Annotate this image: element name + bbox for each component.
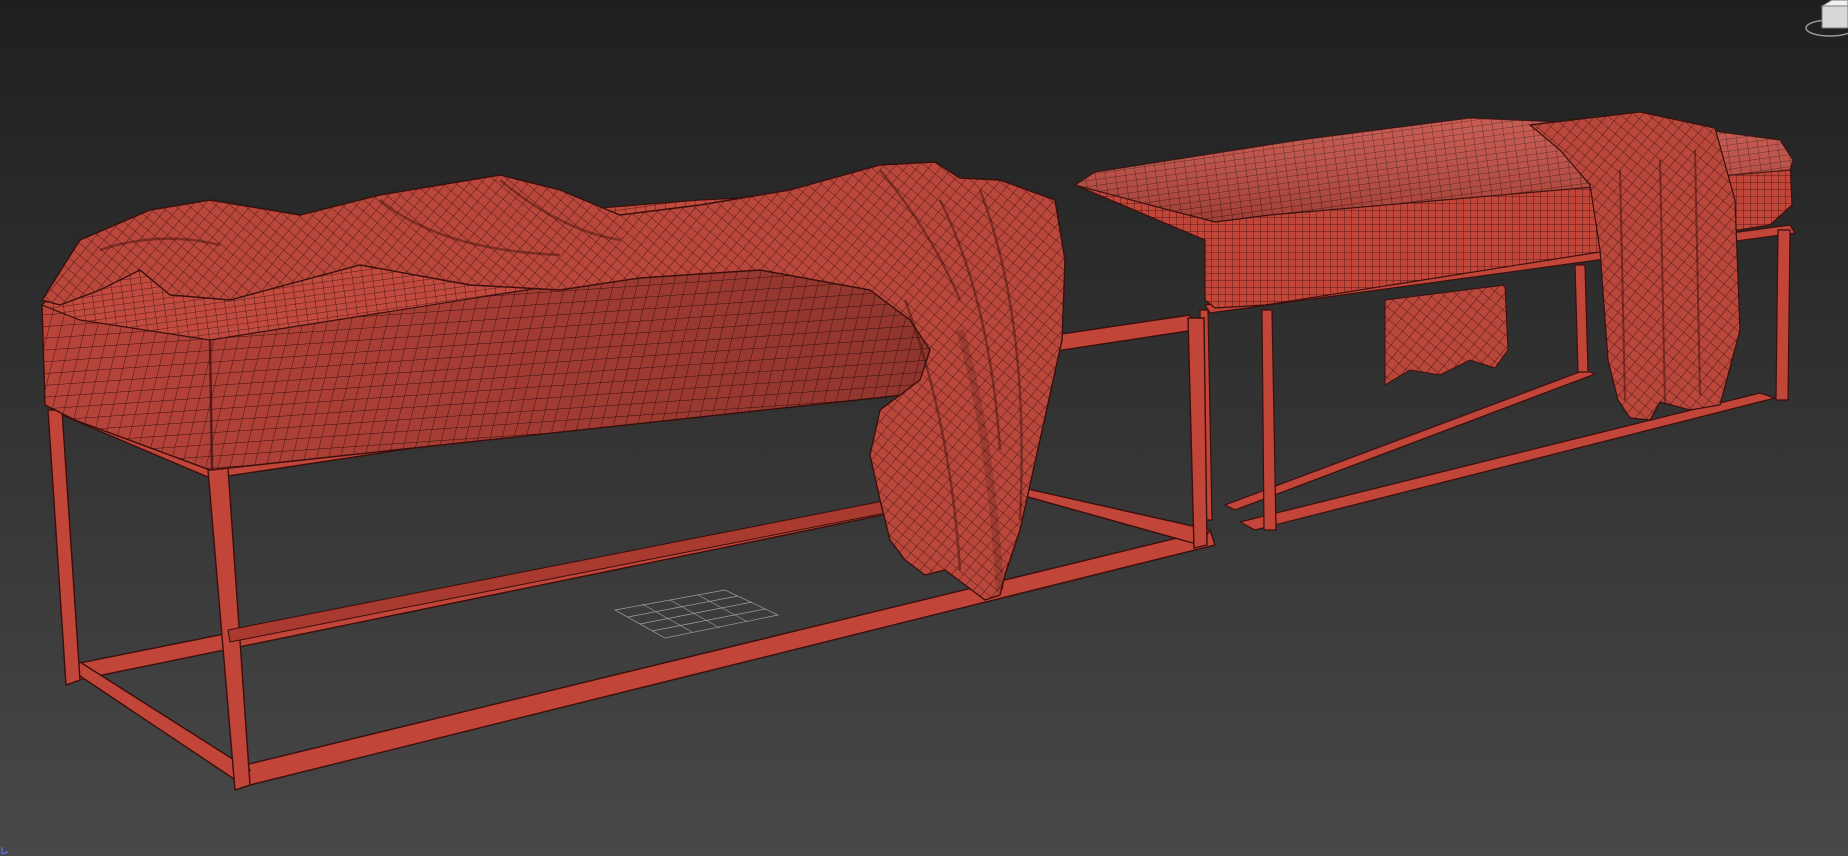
perspective-viewport[interactable] [0, 0, 1848, 856]
viewport-scene[interactable] [0, 0, 1848, 856]
viewcube-icon[interactable] [1788, 0, 1848, 44]
axis-tripod-icon [1, 847, 9, 855]
